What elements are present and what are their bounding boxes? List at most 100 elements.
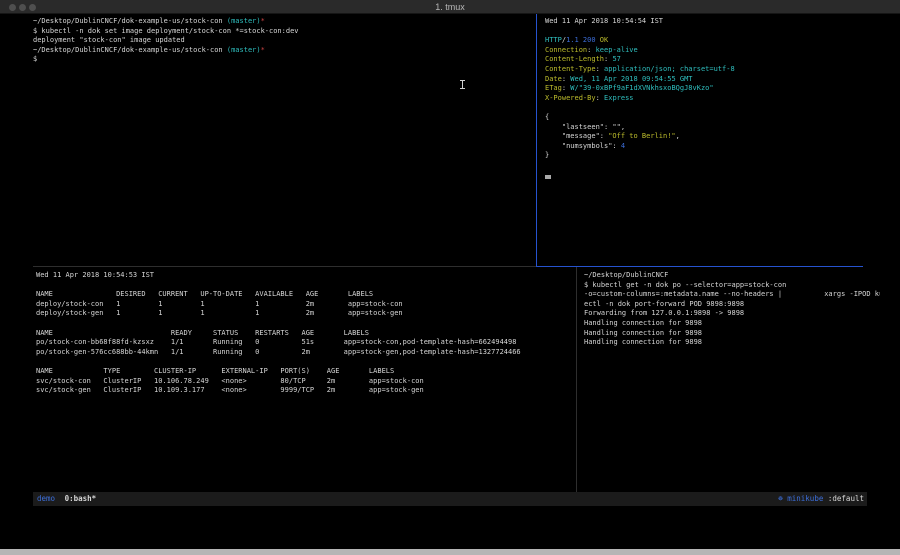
terminal-line: HTTP/1.1 200 OK: [545, 36, 875, 46]
window-title: 1. tmux: [0, 0, 900, 14]
text-segment: 4: [621, 142, 625, 150]
text-segment: 57: [612, 55, 620, 63]
status-right: ☸ minikube :default: [778, 492, 864, 506]
text-segment: (master): [227, 46, 261, 54]
terminal-line: deploy/stock-gen 1 1 1 1 2m app=stock-ge…: [36, 309, 574, 319]
text-segment: :: [596, 65, 604, 73]
kube-namespace: :default: [828, 494, 864, 503]
terminal-line: "numsymbols": 4: [545, 142, 875, 152]
terminal-line: $: [33, 55, 533, 65]
text-segment: deploy/stock-con 1 1 1 1 2m app=stock-co…: [36, 300, 403, 308]
text-segment: ETag: [545, 84, 562, 92]
text-segment: -o=custom-columns=:metadata.name --no-he…: [584, 290, 880, 298]
tmux-status-bar: demo 0:bash* ☸ minikube :default: [33, 492, 867, 506]
text-segment: NAME TYPE CLUSTER-IP EXTERNAL-IP PORT(S)…: [36, 367, 394, 375]
text-segment: svc/stock-con ClusterIP 10.106.78.249 <n…: [36, 377, 424, 385]
text-segment: ~/Desktop/DublinCNCF/dok-example-us/stoc…: [33, 17, 227, 25]
terminal-window: 1. tmux ~/Desktop/DublinCNCF/dok-example…: [0, 0, 900, 555]
terminal-line: ~/Desktop/DublinCNCF/dok-example-us/stoc…: [33, 46, 533, 56]
terminal-line: [36, 357, 574, 367]
text-segment: X-Powered-By: [545, 94, 596, 102]
terminal-line: "message": "Off to Berlin!",: [545, 132, 875, 142]
text-segment: "message":: [545, 132, 608, 140]
terminal-line: $ kubectl -n dok set image deployment/st…: [33, 27, 533, 37]
text-segment: keep-alive: [596, 46, 638, 54]
pane-divider-horizontal-right[interactable]: [536, 266, 863, 267]
terminal-line: Content-Length: 57: [545, 55, 875, 65]
terminal-line: Wed 11 Apr 2018 10:54:53 IST: [36, 271, 574, 281]
terminal-line: Handling connection for 9898: [584, 319, 880, 329]
pane-top-right-http-response[interactable]: Wed 11 Apr 2018 10:54:54 IST HTTP/1.1 20…: [545, 17, 875, 265]
text-segment: Connection: [545, 46, 587, 54]
text-segment: deployment "stock-con" image updated: [33, 36, 185, 44]
text-segment: ~/Desktop/DublinCNCF: [584, 271, 668, 279]
terminal-line: [545, 161, 875, 171]
text-segment: "Off to Berlin!": [608, 132, 675, 140]
terminal-line: ectl -n dok port-forward POD 9898:9898: [584, 300, 880, 310]
pane-divider-vertical-bottom[interactable]: [576, 267, 577, 492]
terminal-line: svc/stock-con ClusterIP 10.106.78.249 <n…: [36, 377, 574, 387]
text-segment: Content-Type: [545, 65, 596, 73]
text-segment: application/json; charset=utf-8: [604, 65, 735, 73]
text-segment: ,: [676, 132, 680, 140]
terminal-line: Connection: keep-alive: [545, 46, 875, 56]
text-segment: :: [596, 94, 604, 102]
mouse-ibeam-cursor: [459, 80, 466, 89]
terminal-line: deployment "stock-con" image updated: [33, 36, 533, 46]
terminal-line: Content-Type: application/json; charset=…: [545, 65, 875, 75]
text-segment: :: [587, 46, 595, 54]
tmux-session-name: demo: [37, 494, 55, 503]
text-segment: Content-Length: [545, 55, 604, 63]
text-segment: "lastseen": "",: [545, 123, 625, 131]
terminal-body: ~/Desktop/DublinCNCF/dok-example-us/stoc…: [0, 14, 900, 555]
terminal-line: svc/stock-gen ClusterIP 10.109.3.177 <no…: [36, 386, 574, 396]
kube-context: minikube: [787, 494, 823, 503]
terminal-line: po/stock-gen-576cc688bb-44kmn 1/1 Runnin…: [36, 348, 574, 358]
terminal-line: X-Powered-By: Express: [545, 94, 875, 104]
text-segment: *: [261, 17, 265, 25]
terminal-line: {: [545, 113, 875, 123]
terminal-line: }: [545, 151, 875, 161]
status-left: demo 0:bash*: [37, 492, 96, 506]
pane-divider-horizontal-left[interactable]: [33, 266, 536, 267]
terminal-line: NAME READY STATUS RESTARTS AGE LABELS: [36, 329, 574, 339]
terminal-line: NAME TYPE CLUSTER-IP EXTERNAL-IP PORT(S)…: [36, 367, 574, 377]
terminal-line: [545, 103, 875, 113]
tmux-window-item[interactable]: 0:bash*: [65, 494, 97, 503]
text-segment: $: [33, 55, 37, 63]
terminal-line: ~/Desktop/DublinCNCF: [584, 271, 880, 281]
text-segment: $ kubectl get -n dok po --selector=app=s…: [584, 281, 786, 289]
terminal-line: [36, 281, 574, 291]
text-segment: Handling connection for 9898: [584, 329, 702, 337]
text-segment: HTTP: [545, 36, 562, 44]
text-segment: Forwarding from 127.0.0.1:9898 -> 9898: [584, 309, 744, 317]
terminal-line: po/stock-con-bb68f88fd-kzsxz 1/1 Running…: [36, 338, 574, 348]
terminal-line: $ kubectl get -n dok po --selector=app=s…: [584, 281, 880, 291]
text-segment: {: [545, 113, 549, 121]
terminal-line: -o=custom-columns=:metadata.name --no-he…: [584, 290, 880, 300]
text-segment: po/stock-con-bb68f88fd-kzsxz 1/1 Running…: [36, 338, 516, 346]
text-segment: ~/Desktop/DublinCNCF/dok-example-us/stoc…: [33, 46, 227, 54]
pane-bottom-right-port-forward[interactable]: ~/Desktop/DublinCNCF $ kubectl get -n dok…: [584, 271, 880, 491]
text-segment: Express: [604, 94, 634, 102]
text-segment: }: [545, 151, 549, 159]
pane-divider-vertical-top[interactable]: [536, 14, 537, 266]
terminal-line: [545, 171, 875, 181]
terminal-line: Wed 11 Apr 2018 10:54:54 IST: [545, 17, 875, 27]
text-segment: (master): [227, 17, 261, 25]
pane-top-left-shell[interactable]: ~/Desktop/DublinCNCF/dok-example-us/stoc…: [33, 17, 533, 265]
terminal-line: ETag: W/"39-0xBPf9aF1dXVNkhsxoBQgJ8vKzo": [545, 84, 875, 94]
text-segment: Date: [545, 75, 562, 83]
terminal-cursor: [545, 175, 551, 179]
text-segment: ectl -n dok port-forward POD 9898:9898: [584, 300, 744, 308]
text-segment: *: [261, 46, 265, 54]
terminal-line: Forwarding from 127.0.0.1:9898 -> 9898: [584, 309, 880, 319]
terminal-line: [36, 319, 574, 329]
window-titlebar: 1. tmux: [0, 0, 900, 14]
text-segment: deploy/stock-gen 1 1 1 1 2m app=stock-ge…: [36, 309, 403, 317]
text-segment: Wed 11 Apr 2018 10:54:53 IST: [36, 271, 154, 279]
text-segment: W/"39-0xBPf9aF1dXVNkhsxoBQgJ8vKzo": [570, 84, 713, 92]
pane-bottom-left-kubectl-get[interactable]: Wed 11 Apr 2018 10:54:53 IST NAME DESIRE…: [36, 271, 574, 491]
text-segment: OK: [596, 36, 609, 44]
text-segment: $ kubectl -n dok set image deployment/st…: [33, 27, 299, 35]
